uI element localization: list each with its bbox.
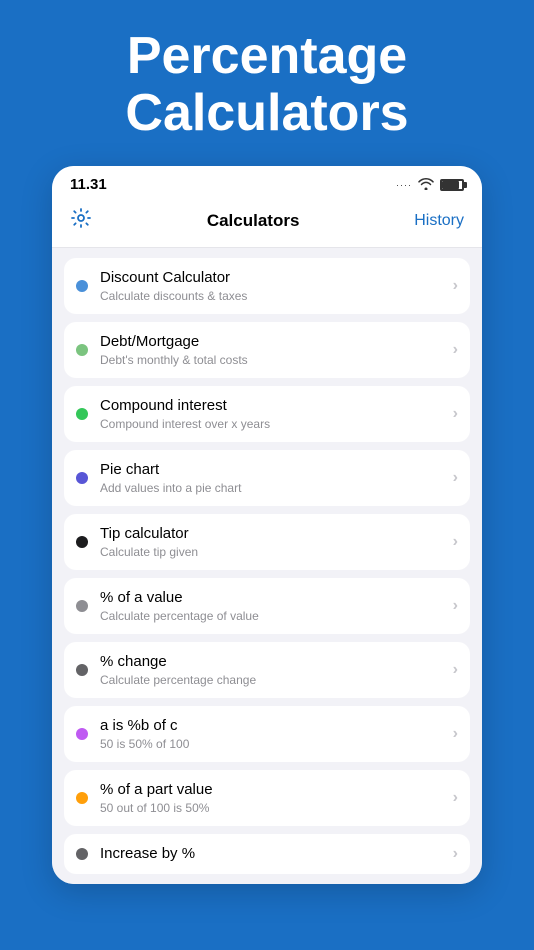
status-time: 11.31 bbox=[70, 176, 107, 193]
item-subtitle: 50 is 50% of 100 bbox=[100, 737, 441, 751]
list-item[interactable]: % of a part value 50 out of 100 is 50% › bbox=[64, 770, 470, 826]
nav-title: Calculators bbox=[207, 211, 300, 231]
item-text: % of a part value 50 out of 100 is 50% bbox=[100, 781, 441, 815]
item-subtitle: Calculate percentage change bbox=[100, 673, 441, 687]
list-item[interactable]: Pie chart Add values into a pie chart › bbox=[64, 450, 470, 506]
hero-section: Percentage Calculators bbox=[0, 0, 534, 166]
item-title: % of a value bbox=[100, 589, 441, 607]
list-item[interactable]: Increase by % › bbox=[64, 834, 470, 874]
phone-card: 11.31 ···· Calculators History bbox=[52, 166, 482, 884]
item-title: Discount Calculator bbox=[100, 269, 441, 287]
item-subtitle: 50 out of 100 is 50% bbox=[100, 801, 441, 815]
list-item[interactable]: Compound interest Compound interest over… bbox=[64, 386, 470, 442]
item-subtitle: Calculate discounts & taxes bbox=[100, 289, 441, 303]
list-item[interactable]: Debt/Mortgage Debt's monthly & total cos… bbox=[64, 322, 470, 378]
chevron-right-icon: › bbox=[453, 533, 458, 551]
item-dot bbox=[76, 600, 88, 612]
item-text: % change Calculate percentage change bbox=[100, 653, 441, 687]
chevron-right-icon: › bbox=[453, 341, 458, 359]
item-title: % change bbox=[100, 653, 441, 671]
list-item[interactable]: Tip calculator Calculate tip given › bbox=[64, 514, 470, 570]
item-text: Debt/Mortgage Debt's monthly & total cos… bbox=[100, 333, 441, 367]
item-dot bbox=[76, 792, 88, 804]
item-dot bbox=[76, 664, 88, 676]
history-button[interactable]: History bbox=[414, 212, 464, 230]
item-dot bbox=[76, 536, 88, 548]
chevron-right-icon: › bbox=[453, 469, 458, 487]
chevron-right-icon: › bbox=[453, 277, 458, 295]
chevron-right-icon: › bbox=[453, 661, 458, 679]
item-subtitle: Calculate tip given bbox=[100, 545, 441, 559]
item-title: Debt/Mortgage bbox=[100, 333, 441, 351]
item-subtitle: Calculate percentage of value bbox=[100, 609, 441, 623]
chevron-right-icon: › bbox=[453, 725, 458, 743]
item-dot bbox=[76, 408, 88, 420]
list-item[interactable]: % change Calculate percentage change › bbox=[64, 642, 470, 698]
battery-icon bbox=[440, 179, 464, 191]
page-title: Percentage Calculators bbox=[0, 0, 534, 166]
item-dot bbox=[76, 848, 88, 860]
item-title: Compound interest bbox=[100, 397, 441, 415]
chevron-right-icon: › bbox=[453, 405, 458, 423]
wifi-icon bbox=[418, 177, 434, 193]
item-text: Compound interest Compound interest over… bbox=[100, 397, 441, 431]
list-item[interactable]: % of a value Calculate percentage of val… bbox=[64, 578, 470, 634]
item-text: Increase by % bbox=[100, 845, 441, 863]
item-dot bbox=[76, 280, 88, 292]
chevron-right-icon: › bbox=[453, 597, 458, 615]
item-dot bbox=[76, 344, 88, 356]
item-text: Tip calculator Calculate tip given bbox=[100, 525, 441, 559]
chevron-right-icon: › bbox=[453, 789, 458, 807]
list-item[interactable]: a is %b of c 50 is 50% of 100 › bbox=[64, 706, 470, 762]
item-title: % of a part value bbox=[100, 781, 441, 799]
item-title: a is %b of c bbox=[100, 717, 441, 735]
chevron-right-icon: › bbox=[453, 845, 458, 863]
item-subtitle: Debt's monthly & total costs bbox=[100, 353, 441, 367]
item-subtitle: Add values into a pie chart bbox=[100, 481, 441, 495]
status-bar: 11.31 ···· bbox=[52, 166, 482, 199]
status-icons: ···· bbox=[396, 177, 464, 193]
settings-icon[interactable] bbox=[70, 207, 92, 235]
list-item[interactable]: Discount Calculator Calculate discounts … bbox=[64, 258, 470, 314]
item-title: Pie chart bbox=[100, 461, 441, 479]
item-text: % of a value Calculate percentage of val… bbox=[100, 589, 441, 623]
signal-icon: ···· bbox=[396, 180, 412, 190]
item-text: Discount Calculator Calculate discounts … bbox=[100, 269, 441, 303]
nav-bar: Calculators History bbox=[52, 199, 482, 248]
item-dot bbox=[76, 728, 88, 740]
item-title: Increase by % bbox=[100, 845, 441, 863]
item-subtitle: Compound interest over x years bbox=[100, 417, 441, 431]
item-text: Pie chart Add values into a pie chart bbox=[100, 461, 441, 495]
item-dot bbox=[76, 472, 88, 484]
item-text: a is %b of c 50 is 50% of 100 bbox=[100, 717, 441, 751]
item-title: Tip calculator bbox=[100, 525, 441, 543]
calculator-list: Discount Calculator Calculate discounts … bbox=[52, 248, 482, 884]
